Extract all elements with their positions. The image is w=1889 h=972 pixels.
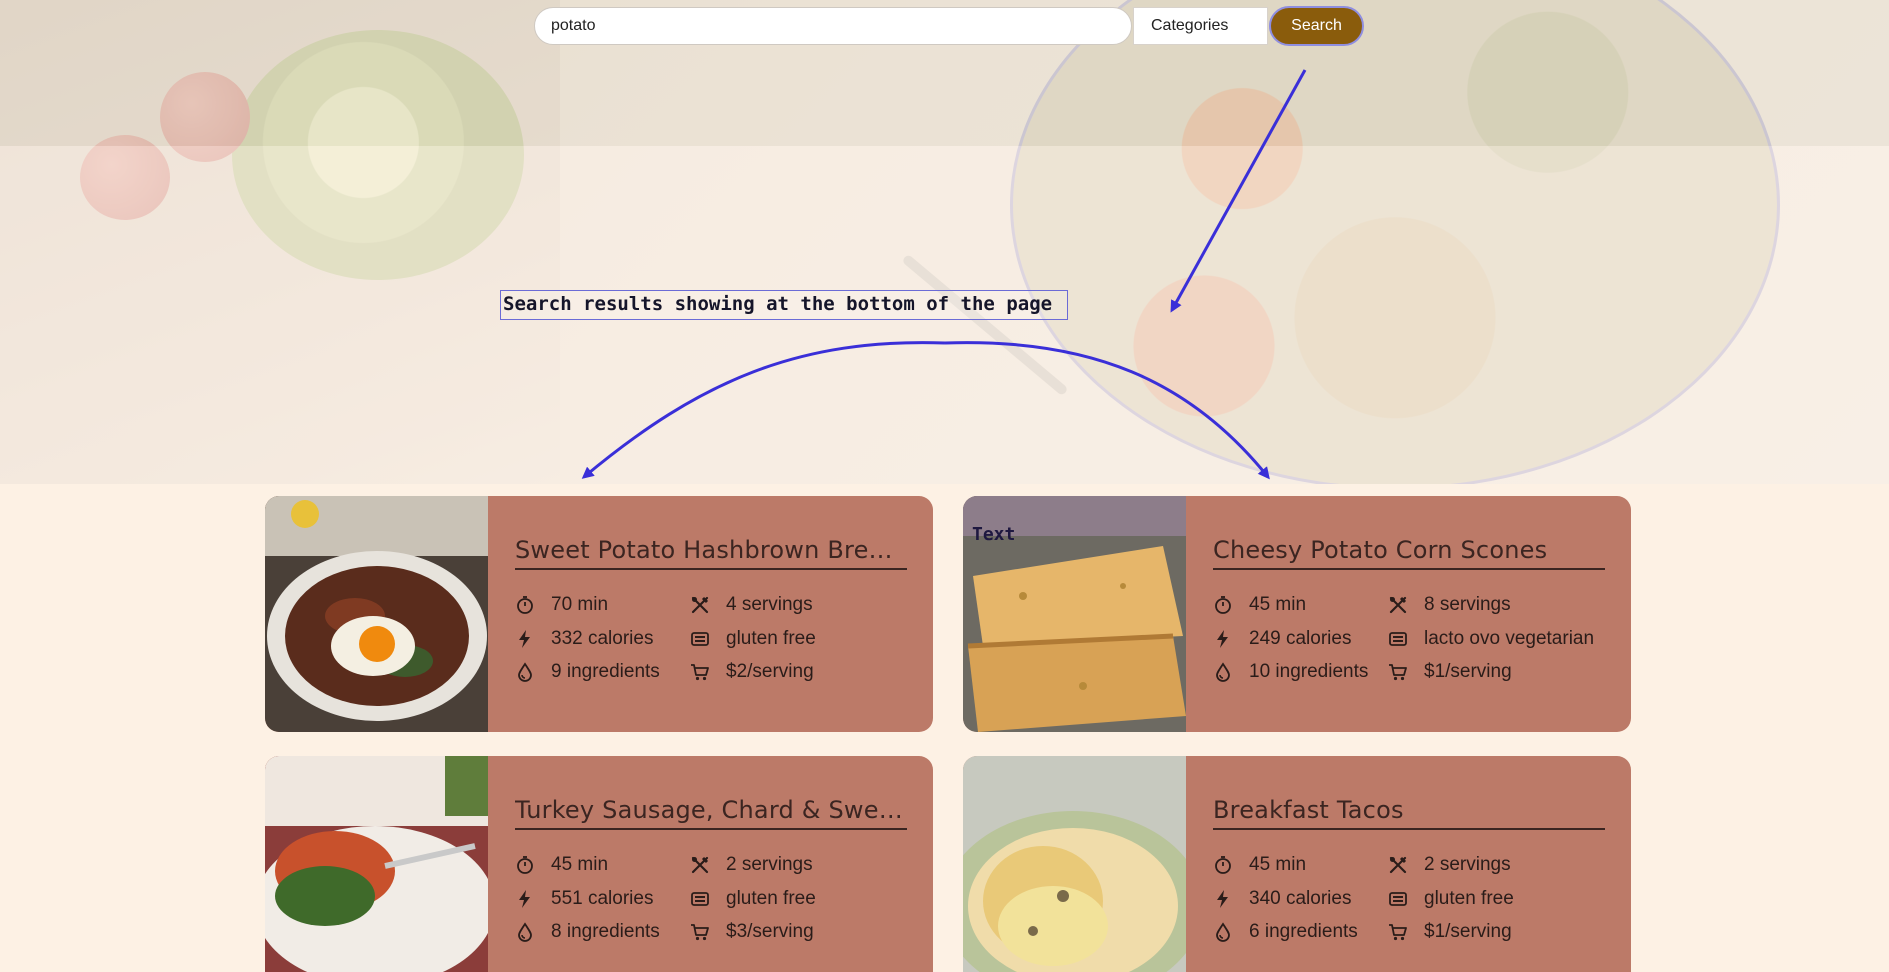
drop-icon (515, 922, 535, 942)
recipe-diet-text: gluten free (726, 628, 816, 649)
recipe-title-link[interactable]: Cheesy Potato Corn Scones (1213, 532, 1605, 570)
recipe-image[interactable] (265, 496, 488, 732)
hero-background (0, 0, 1889, 484)
recipe-diet: lacto ovo vegetarian (1388, 626, 1594, 652)
diet-icon (1388, 889, 1408, 909)
search-button[interactable]: Search (1269, 6, 1364, 46)
recipe-time-text: 45 min (1249, 594, 1307, 615)
recipe-ingredients: 8 ingredients (515, 919, 660, 945)
recipe-time: 45 min (515, 852, 608, 878)
recipe-diet-text: lacto ovo vegetarian (1424, 628, 1595, 649)
cart-icon (690, 922, 710, 942)
recipe-price: $2/serving (690, 659, 814, 685)
lightning-icon (515, 629, 535, 649)
timer-icon (515, 595, 535, 615)
recipe-price: $1/serving (1388, 659, 1512, 685)
recipe-image[interactable] (265, 756, 488, 972)
recipe-calories: 332 calories (515, 626, 653, 652)
recipe-time-text: 45 min (551, 854, 609, 875)
utensils-icon (690, 595, 710, 615)
diet-icon (1388, 629, 1408, 649)
timer-icon (1213, 855, 1233, 875)
drop-icon (515, 662, 535, 682)
recipe-time-text: 70 min (551, 594, 609, 615)
recipe-time: 45 min (1213, 852, 1306, 878)
recipe-ingredients-text: 10 ingredients (1249, 661, 1369, 682)
recipe-calories-text: 332 calories (551, 628, 654, 649)
recipe-price-text: $1/serving (1424, 921, 1512, 942)
recipe-diet-text: gluten free (726, 888, 816, 909)
recipe-time-text: 45 min (1249, 854, 1307, 875)
recipe-calories: 249 calories (1213, 626, 1351, 652)
recipe-title-link[interactable]: Sweet Potato Hashbrown Break... (515, 532, 907, 570)
recipe-servings-text: 4 servings (726, 594, 813, 615)
drop-icon (1213, 922, 1233, 942)
recipe-servings: 2 servings (690, 852, 813, 878)
drop-icon (1213, 662, 1233, 682)
cart-icon (1388, 922, 1408, 942)
utensils-icon (1388, 595, 1408, 615)
recipe-price: $1/serving (1388, 919, 1512, 945)
categories-dropdown[interactable]: Categories (1133, 7, 1268, 45)
recipe-card[interactable]: Breakfast Tacos 45 min 2 servings 340 calor… (963, 756, 1631, 972)
recipe-calories-text: 551 calories (551, 888, 654, 909)
recipe-calories-text: 340 calories (1249, 888, 1352, 909)
recipe-calories-text: 249 calories (1249, 628, 1352, 649)
cart-icon (690, 662, 710, 682)
timer-icon (515, 855, 535, 875)
recipe-servings: 4 servings (690, 592, 813, 618)
utensils-icon (1388, 855, 1408, 875)
recipe-title-link[interactable]: Breakfast Tacos (1213, 792, 1605, 830)
recipe-price-text: $2/serving (726, 661, 814, 682)
utensils-icon (690, 855, 710, 875)
lightning-icon (1213, 629, 1233, 649)
recipe-card[interactable]: Text Cheesy Potato Corn Scones 45 min 8 ser… (963, 496, 1631, 732)
annotation-label: Search results showing at the bottom of … (500, 290, 1068, 320)
annotation-image-tag: Text (972, 524, 1016, 545)
timer-icon (1213, 595, 1233, 615)
recipe-servings-text: 2 servings (1424, 854, 1511, 875)
recipe-calories: 551 calories (515, 886, 653, 912)
recipe-ingredients-text: 9 ingredients (551, 661, 660, 682)
recipe-diet: gluten free (690, 626, 816, 652)
cart-icon (1388, 662, 1408, 682)
recipe-image[interactable] (963, 756, 1186, 972)
recipe-diet: gluten free (690, 886, 816, 912)
recipe-image[interactable]: Text (963, 496, 1186, 732)
diet-icon (690, 889, 710, 909)
lightning-icon (515, 889, 535, 909)
recipe-calories: 340 calories (1213, 886, 1351, 912)
recipe-time: 45 min (1213, 592, 1306, 618)
recipe-servings: 8 servings (1388, 592, 1511, 618)
recipe-ingredients-text: 8 ingredients (551, 921, 660, 942)
recipe-ingredients: 10 ingredients (1213, 659, 1368, 685)
recipe-diet: gluten free (1388, 886, 1514, 912)
recipe-ingredients: 6 ingredients (1213, 919, 1358, 945)
diet-icon (690, 629, 710, 649)
recipe-card[interactable]: Turkey Sausage, Chard & Sweet... 45 min 2 … (265, 756, 933, 972)
recipe-price-text: $3/serving (726, 921, 814, 942)
recipe-card[interactable]: Sweet Potato Hashbrown Break... 70 min 4 s… (265, 496, 933, 732)
lightning-icon (1213, 889, 1233, 909)
recipe-ingredients: 9 ingredients (515, 659, 660, 685)
recipe-ingredients-text: 6 ingredients (1249, 921, 1358, 942)
search-input[interactable]: potato (534, 7, 1132, 45)
recipe-title-link[interactable]: Turkey Sausage, Chard & Sweet... (515, 792, 907, 830)
recipe-time: 70 min (515, 592, 608, 618)
recipe-diet-text: gluten free (1424, 888, 1514, 909)
recipe-servings-text: 8 servings (1424, 594, 1511, 615)
recipe-servings: 2 servings (1388, 852, 1511, 878)
recipe-price: $3/serving (690, 919, 814, 945)
recipe-servings-text: 2 servings (726, 854, 813, 875)
recipe-price-text: $1/serving (1424, 661, 1512, 682)
